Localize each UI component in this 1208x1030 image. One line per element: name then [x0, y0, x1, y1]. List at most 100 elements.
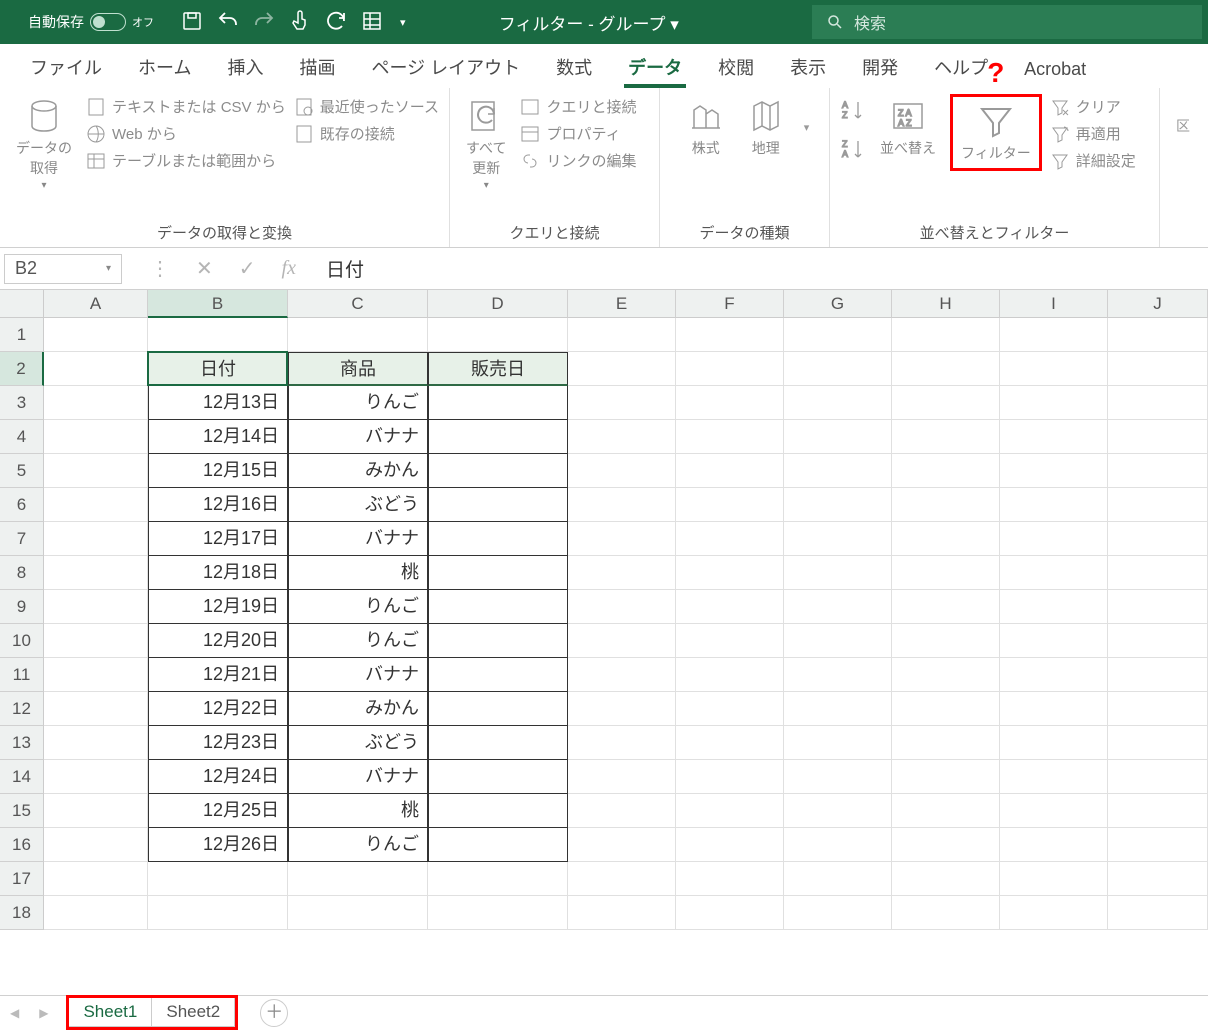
tab-表示[interactable]: 表示 — [786, 46, 830, 88]
cell[interactable] — [1108, 522, 1208, 556]
cell[interactable] — [44, 658, 148, 692]
cell[interactable] — [568, 726, 676, 760]
cell[interactable] — [676, 386, 784, 420]
cell[interactable] — [676, 454, 784, 488]
cell[interactable] — [1108, 828, 1208, 862]
tab-数式[interactable]: 数式 — [552, 46, 596, 88]
cell[interactable] — [428, 726, 568, 760]
cell[interactable] — [568, 658, 676, 692]
cell[interactable]: 桃 — [288, 794, 428, 828]
cell[interactable] — [568, 488, 676, 522]
cell[interactable] — [1000, 692, 1108, 726]
cell[interactable] — [568, 318, 676, 352]
existing-connections-button[interactable]: 既存の接続 — [294, 123, 439, 144]
tab-描画[interactable]: 描画 — [295, 46, 339, 88]
row-header[interactable]: 14 — [0, 760, 44, 794]
cell[interactable] — [1000, 420, 1108, 454]
tab-ページ レイアウト[interactable]: ページ レイアウト — [367, 46, 524, 88]
cell[interactable] — [1000, 726, 1108, 760]
row-header[interactable]: 8 — [0, 556, 44, 590]
cell[interactable]: 12月19日 — [148, 590, 288, 624]
cell[interactable] — [1000, 488, 1108, 522]
formula-value[interactable]: 日付 — [326, 255, 364, 282]
sheet-tab-Sheet2[interactable]: Sheet2 — [152, 998, 235, 1027]
cell[interactable] — [784, 590, 892, 624]
cell[interactable] — [1108, 318, 1208, 352]
cell[interactable] — [784, 760, 892, 794]
cell[interactable] — [676, 522, 784, 556]
data-types-more[interactable]: ▾ — [804, 121, 810, 134]
cell[interactable] — [784, 352, 892, 386]
sort-desc-icon[interactable]: ZA — [840, 137, 866, 166]
cell[interactable] — [44, 386, 148, 420]
sheet-nav-prev-icon[interactable]: ◀ — [10, 1006, 19, 1020]
cell[interactable] — [428, 692, 568, 726]
row-header[interactable]: 6 — [0, 488, 44, 522]
stocks-button[interactable]: 株式 — [680, 94, 732, 160]
col-header-C[interactable]: C — [288, 290, 428, 318]
name-box[interactable]: B2 ▾ — [4, 254, 122, 284]
row-header[interactable]: 4 — [0, 420, 44, 454]
sheet-nav-next-icon[interactable]: ▶ — [39, 1006, 48, 1020]
sheet-tab-Sheet1[interactable]: Sheet1 — [69, 998, 152, 1027]
add-sheet-button[interactable]: ＋ — [260, 999, 288, 1027]
row-header[interactable]: 15 — [0, 794, 44, 828]
redo-icon[interactable] — [252, 9, 276, 36]
cell[interactable] — [892, 896, 1000, 930]
cell[interactable] — [892, 454, 1000, 488]
tab-挿入[interactable]: 挿入 — [223, 46, 267, 88]
col-header-E[interactable]: E — [568, 290, 676, 318]
properties-button[interactable]: プロパティ — [520, 123, 636, 144]
cell[interactable]: 12月24日 — [148, 760, 288, 794]
cell[interactable] — [428, 624, 568, 658]
queries-connections-button[interactable]: クエリと接続 — [520, 96, 636, 117]
cell[interactable]: みかん — [288, 454, 428, 488]
cell[interactable] — [44, 794, 148, 828]
cell[interactable]: ぶどう — [288, 726, 428, 760]
cell[interactable] — [892, 556, 1000, 590]
cell[interactable] — [568, 454, 676, 488]
cell[interactable] — [892, 862, 1000, 896]
sort-asc-icon[interactable]: AZ — [840, 98, 866, 127]
row-header[interactable]: 11 — [0, 658, 44, 692]
cell[interactable] — [676, 896, 784, 930]
col-header-G[interactable]: G — [784, 290, 892, 318]
row-header[interactable]: 16 — [0, 828, 44, 862]
cell[interactable]: 12月14日 — [148, 420, 288, 454]
cell[interactable]: バナナ — [288, 760, 428, 794]
cell[interactable] — [1108, 726, 1208, 760]
from-text-csv-button[interactable]: テキストまたは CSV から — [86, 96, 286, 117]
cell[interactable] — [1000, 658, 1108, 692]
save-icon[interactable] — [180, 9, 204, 36]
cell[interactable] — [892, 692, 1000, 726]
row-header[interactable]: 13 — [0, 726, 44, 760]
cell[interactable]: 12月18日 — [148, 556, 288, 590]
cell[interactable] — [568, 352, 676, 386]
cell[interactable]: 12月20日 — [148, 624, 288, 658]
cell[interactable] — [44, 318, 148, 352]
cell[interactable] — [1000, 454, 1108, 488]
cell[interactable] — [1108, 556, 1208, 590]
cell[interactable] — [148, 896, 288, 930]
cell[interactable] — [1000, 318, 1108, 352]
row-header[interactable]: 12 — [0, 692, 44, 726]
cell[interactable]: ぶどう — [288, 488, 428, 522]
cell[interactable] — [288, 318, 428, 352]
cell[interactable] — [784, 862, 892, 896]
cell[interactable] — [892, 488, 1000, 522]
cell[interactable] — [44, 828, 148, 862]
edit-links-button[interactable]: リンクの編集 — [520, 150, 636, 171]
cell[interactable] — [1108, 488, 1208, 522]
cell[interactable] — [1108, 794, 1208, 828]
cell[interactable] — [784, 692, 892, 726]
cell[interactable] — [1000, 522, 1108, 556]
spreadsheet-grid[interactable]: ABCDEFGHIJ 12日付商品販売日312月13日りんご412月14日バナナ… — [0, 290, 1208, 930]
cell[interactable] — [784, 318, 892, 352]
cell[interactable] — [784, 658, 892, 692]
tab-開発[interactable]: 開発 — [858, 46, 902, 88]
cell[interactable] — [428, 794, 568, 828]
cell[interactable] — [1000, 556, 1108, 590]
toggle-icon[interactable] — [90, 13, 126, 31]
tab-ファイル[interactable]: ファイル — [26, 46, 106, 88]
cell[interactable] — [1108, 386, 1208, 420]
